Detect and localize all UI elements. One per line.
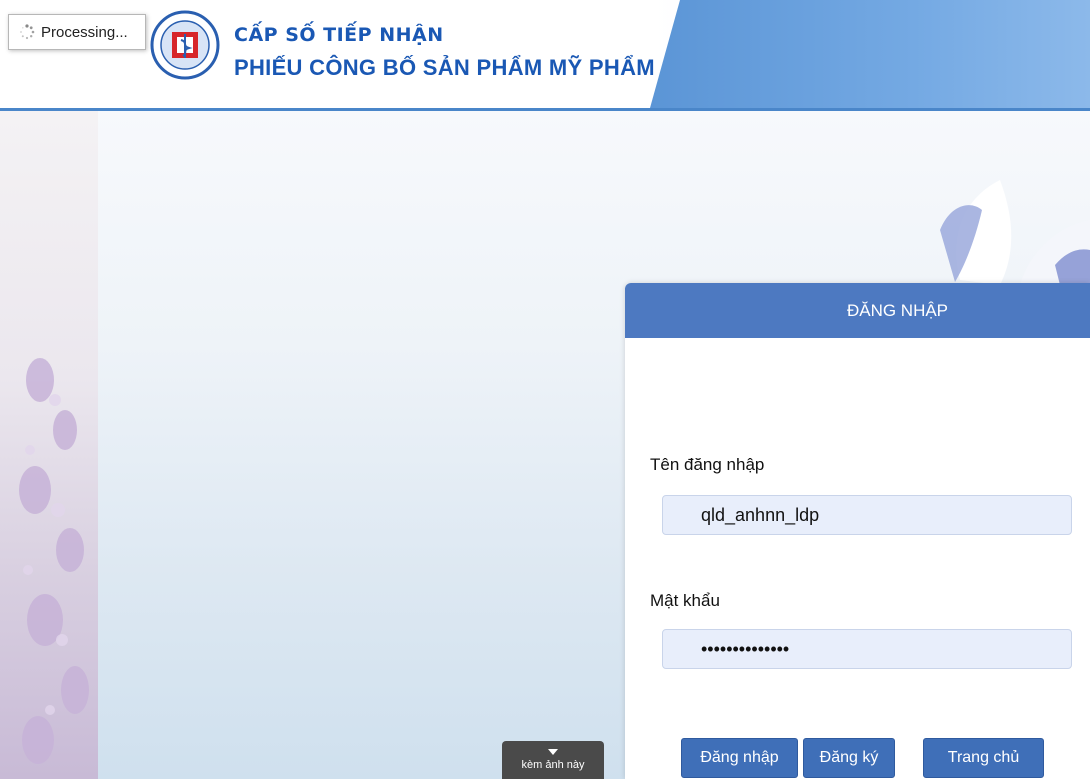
brand-title-line1: CẤP SỐ TIẾP NHẬN — [234, 24, 444, 46]
flower-decoration — [940, 180, 1090, 285]
caret-down-icon — [548, 749, 558, 755]
spinner-icon — [20, 24, 35, 40]
lavender-decoration — [19, 358, 89, 764]
password-label: Mật khẩu — [650, 591, 720, 610]
login-button[interactable]: Đăng nhập — [681, 738, 798, 778]
login-title: ĐĂNG NHẬP — [625, 283, 1090, 338]
home-button[interactable]: Trang chủ — [923, 738, 1044, 778]
tooltip-text: kèm ảnh này — [521, 759, 585, 771]
site-header: CẤP SỐ TIẾP NHẬN PHIẾU CÔNG BỐ SẢN PHẨM … — [0, 0, 1090, 111]
username-label: Tên đăng nhập — [650, 455, 765, 474]
username-input[interactable] — [662, 495, 1072, 535]
password-input[interactable] — [662, 629, 1072, 669]
scroll-tooltip[interactable]: kèm ảnh này — [502, 741, 604, 779]
processing-text: Processing... — [41, 23, 128, 41]
login-card: ĐĂNG NHẬP Tên đăng nhập Mật khẩu Đăng nh… — [625, 283, 1090, 779]
brand-title-line2: PHIẾU CÔNG BỐ SẢN PHẨM MỸ PHẨM — [234, 55, 655, 80]
processing-indicator: Processing... — [8, 14, 146, 50]
register-button[interactable]: Đăng ký — [803, 738, 895, 778]
agency-logo — [150, 10, 220, 80]
header-blue-band — [650, 0, 1090, 108]
